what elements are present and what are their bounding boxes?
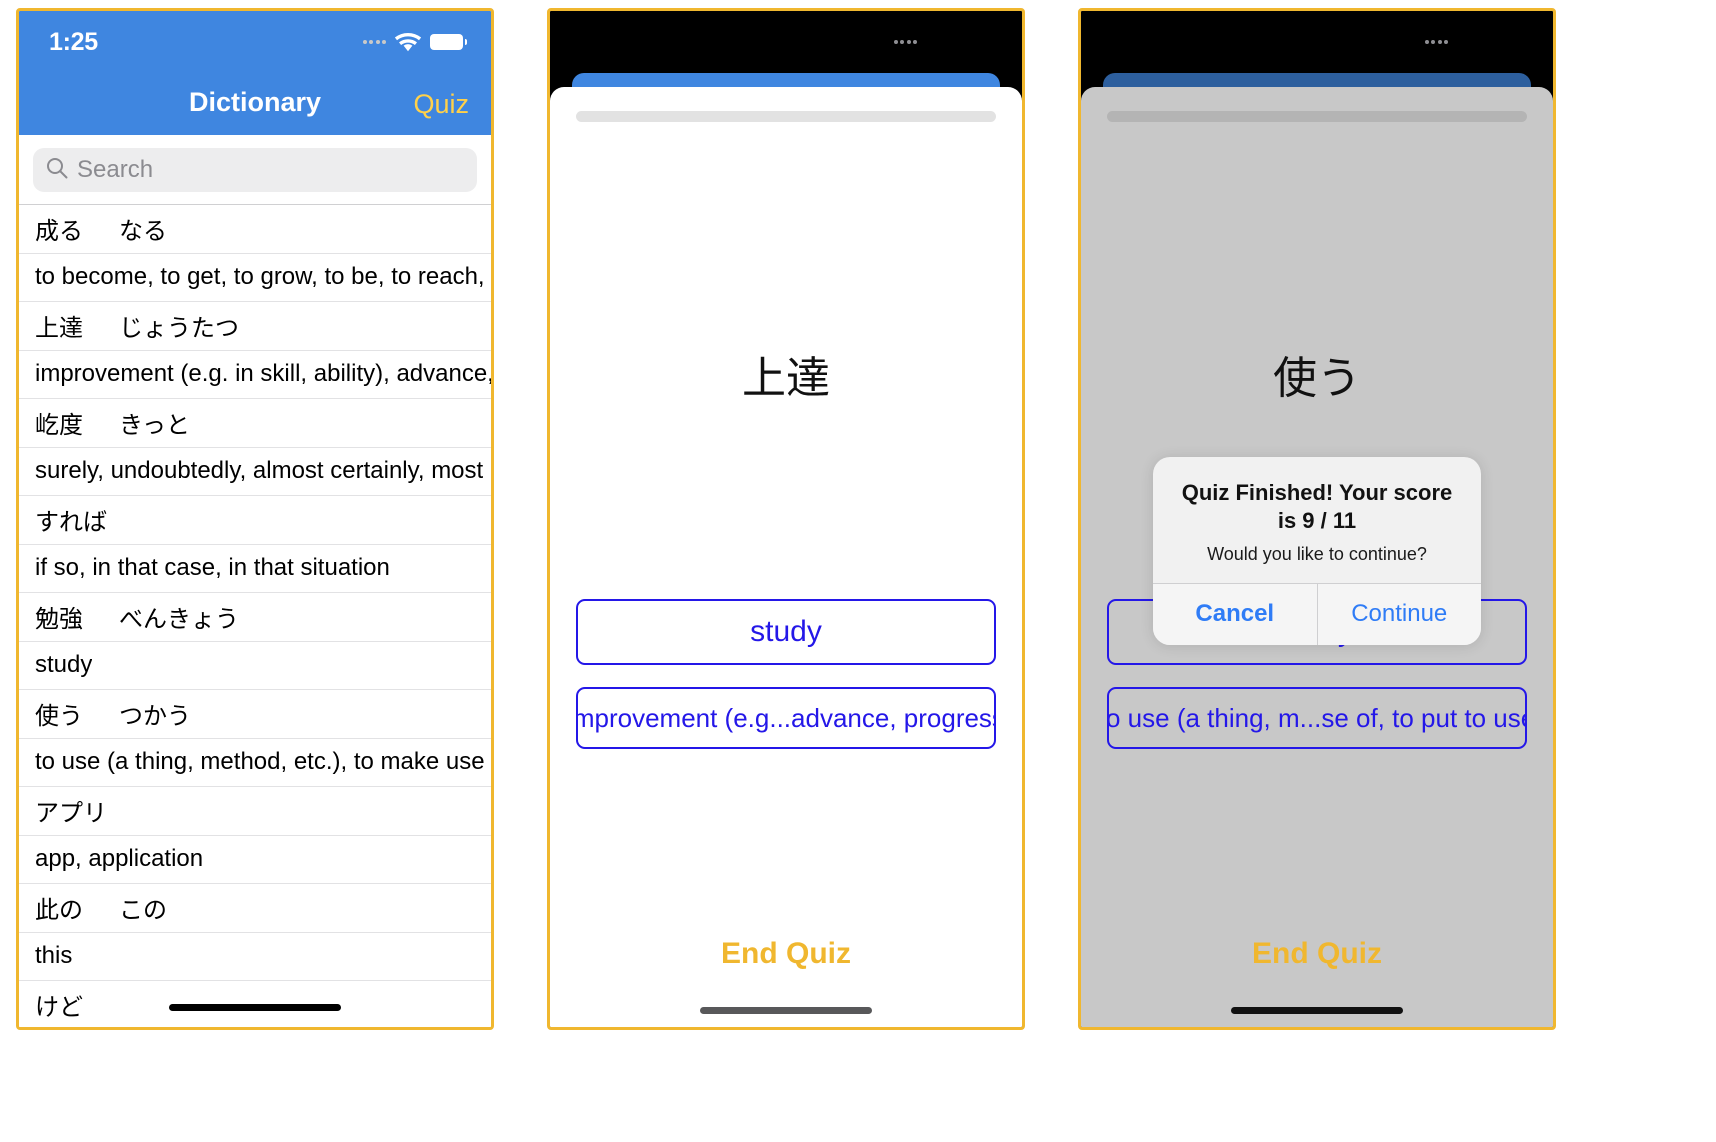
alert-title: Quiz Finished! Your score is 9 / 11 bbox=[1181, 480, 1453, 534]
quiz-prompt-word: 使う bbox=[1273, 353, 1361, 404]
modal-host: 上達 study improvement (e.g...advance, pro… bbox=[550, 73, 1022, 1027]
dictionary-entry-headword[interactable]: 使う つかう bbox=[19, 689, 491, 738]
quiz-option-2[interactable]: to use (a thing, m...se of, to put to us… bbox=[1107, 687, 1527, 749]
cellular-dots-icon bbox=[362, 39, 386, 44]
entry-meaning-text: app, application bbox=[35, 844, 204, 872]
quiz-option-2[interactable]: improvement (e.g...advance, progress bbox=[576, 687, 996, 749]
quiz-finished-alert: Quiz Finished! Your score is 9 / 11 Woul… bbox=[1153, 457, 1481, 646]
dictionary-entry-meaning[interactable]: improvement (e.g. in skill, ability), ad… bbox=[19, 349, 491, 399]
entry-meaning-text: to become, to get, to grow, to be, to re… bbox=[35, 262, 491, 290]
dictionary-entry-headword[interactable]: 此の この bbox=[19, 883, 491, 932]
entry-kanji-kana: 屹度 きっと bbox=[35, 411, 191, 439]
entry-kana: つかう bbox=[119, 702, 191, 730]
alert-message: Would you like to continue? bbox=[1207, 544, 1427, 565]
alert-actions: Cancel Continue bbox=[1153, 583, 1481, 646]
wifi-icon bbox=[395, 32, 421, 52]
sheet-grabber[interactable] bbox=[576, 111, 996, 122]
cellular-dots-icon bbox=[1424, 39, 1448, 44]
entry-meaning-text: improvement (e.g. in skill, ability), ad… bbox=[35, 359, 491, 387]
battery-icon bbox=[430, 34, 467, 50]
entry-kanji-kana: 成る なる bbox=[35, 217, 167, 245]
entry-kanji-kana: 使う つかう bbox=[35, 702, 191, 730]
status-clock: 1:35 bbox=[580, 27, 629, 56]
entry-kanji-kana: すれば bbox=[35, 508, 107, 536]
dictionary-entry-meaning[interactable]: but, however, although bbox=[19, 1029, 491, 1031]
entry-meaning-text: this bbox=[35, 941, 73, 969]
end-quiz-button[interactable]: End Quiz bbox=[550, 937, 1022, 971]
dictionary-entry-meaning[interactable]: to use (a thing, method, etc.), to make … bbox=[19, 737, 491, 787]
quiz-button[interactable]: Quiz bbox=[413, 89, 469, 120]
entry-meaning-text: surely, undoubtedly, almost certainly, m… bbox=[35, 456, 491, 484]
dictionary-entry-meaning[interactable]: this bbox=[19, 931, 491, 981]
entry-kana: べんきょう bbox=[119, 605, 239, 633]
cellular-dots-icon bbox=[893, 39, 917, 44]
battery-icon bbox=[1492, 34, 1529, 50]
sheet-grabber[interactable] bbox=[1107, 111, 1527, 122]
dictionary-entry-headword[interactable]: 勉強 べんきょう bbox=[19, 592, 491, 641]
wifi-icon bbox=[1457, 32, 1483, 52]
search-bar-container: Search bbox=[19, 135, 491, 204]
dictionary-entry-headword[interactable]: 成る なる bbox=[19, 204, 491, 253]
entry-kanji-kana: 勉強 べんきょう bbox=[35, 605, 239, 633]
cancel-button[interactable]: Cancel bbox=[1153, 584, 1317, 646]
status-clock: 1:25 bbox=[49, 27, 98, 56]
home-indicator bbox=[700, 1007, 872, 1014]
status-clock: 1:37 bbox=[1111, 27, 1160, 56]
quiz-sheet: 使う study to use (a thing, m...se of, to … bbox=[1081, 87, 1553, 1027]
entry-kana: この bbox=[119, 896, 167, 924]
quiz-option-1[interactable]: study bbox=[576, 599, 996, 665]
entry-meaning-text: study bbox=[35, 650, 93, 678]
entry-meaning-text: to use (a thing, method, etc.), to make … bbox=[35, 747, 491, 775]
dictionary-entry-headword[interactable]: 上達 じょうたつ bbox=[19, 301, 491, 350]
home-indicator bbox=[1231, 1007, 1403, 1014]
phone-screen-quiz-finished: 1:37 使う study to use (a thing, m...se of… bbox=[1078, 8, 1556, 1030]
entry-meaning-text: if so, in that case, in that situation bbox=[35, 553, 390, 581]
dictionary-entry-meaning[interactable]: study bbox=[19, 640, 491, 690]
entry-kana: じょうたつ bbox=[119, 314, 239, 342]
search-input[interactable]: Search bbox=[33, 148, 477, 192]
dictionary-list[interactable]: 成る なる to become, to get, to grow, to be, t… bbox=[19, 204, 491, 1031]
dictionary-entry-headword[interactable]: すれば bbox=[19, 495, 491, 544]
phone-screen-quiz: 1:35 上達 study improvement (e.g...advance… bbox=[547, 8, 1025, 1030]
dictionary-entry-headword[interactable]: 屹度 きっと bbox=[19, 398, 491, 447]
search-icon bbox=[46, 157, 68, 184]
status-bar: 1:37 bbox=[1081, 11, 1553, 73]
entry-kanji-kana: 此の この bbox=[35, 896, 167, 924]
entry-kanji-kana: 上達 じょうたつ bbox=[35, 314, 239, 342]
battery-icon bbox=[961, 34, 998, 50]
phone1-top: 1:25 Dictionary Quiz bbox=[19, 11, 491, 135]
phone-screen-dictionary: 1:25 Dictionary Quiz Search 成る なる to bec… bbox=[16, 8, 494, 1030]
entry-kana: きっと bbox=[119, 411, 191, 439]
entry-kana: なる bbox=[119, 217, 167, 245]
dictionary-entry-headword[interactable]: アプリ bbox=[19, 786, 491, 835]
search-placeholder-text: Search bbox=[77, 156, 154, 183]
quiz-sheet: 上達 study improvement (e.g...advance, pro… bbox=[550, 87, 1022, 1027]
quiz-prompt-word: 上達 bbox=[742, 353, 830, 404]
entry-kanji-kana: けど bbox=[35, 993, 83, 1021]
status-bar: 1:25 bbox=[19, 11, 491, 73]
wifi-icon bbox=[926, 32, 952, 52]
alert-body: Quiz Finished! Your score is 9 / 11 Woul… bbox=[1153, 457, 1481, 583]
navigation-bar: Dictionary Quiz bbox=[19, 73, 491, 135]
screenshot-stage: 1:25 Dictionary Quiz Search 成る なる to bec… bbox=[0, 0, 1716, 1142]
home-indicator bbox=[169, 1004, 341, 1011]
end-quiz-button[interactable]: End Quiz bbox=[1081, 937, 1553, 971]
dictionary-entry-meaning[interactable]: to become, to get, to grow, to be, to re… bbox=[19, 252, 491, 302]
continue-button[interactable]: Continue bbox=[1316, 584, 1481, 646]
dictionary-entry-meaning[interactable]: if so, in that case, in that situation bbox=[19, 543, 491, 593]
status-bar: 1:35 bbox=[550, 11, 1022, 73]
dictionary-entry-meaning[interactable]: surely, undoubtedly, almost certainly, m… bbox=[19, 446, 491, 496]
modal-host: 使う study to use (a thing, m...se of, to … bbox=[1081, 73, 1553, 1027]
dictionary-entry-meaning[interactable]: app, application bbox=[19, 834, 491, 884]
entry-kanji-kana: アプリ bbox=[35, 799, 107, 827]
